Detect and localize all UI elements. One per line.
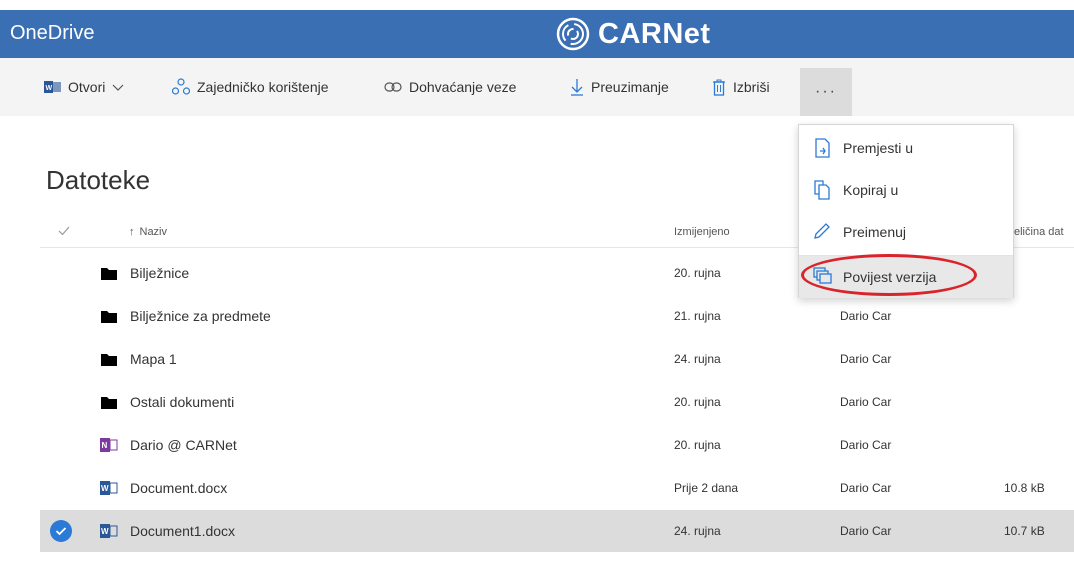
- file-name[interactable]: Mapa 1: [130, 338, 177, 380]
- page-title: Datoteke: [46, 165, 151, 196]
- file-size: 10.7 kB: [1004, 524, 1045, 538]
- carnet-logo-icon: [556, 17, 590, 51]
- selected-checkmark-icon[interactable]: [50, 520, 72, 542]
- delete-label: Izbriši: [733, 79, 770, 95]
- svg-text:W: W: [101, 484, 109, 493]
- column-header-name-label: Naziv: [139, 226, 168, 238]
- file-name[interactable]: Ostali dokumenti: [130, 381, 234, 423]
- menu-item-rename[interactable]: Preimenuj: [799, 211, 1013, 253]
- more-options-button[interactable]: ···: [800, 68, 852, 116]
- file-name[interactable]: Bilježnice za predmete: [130, 295, 271, 337]
- file-name[interactable]: Bilježnice: [130, 252, 189, 294]
- file-modified-by: Dario Car: [840, 395, 892, 409]
- delete-button[interactable]: Izbriši: [712, 58, 770, 116]
- menu-item-move-label: Premjesti u: [843, 140, 914, 156]
- folder-icon: [101, 268, 117, 280]
- file-modified: 20. rujna: [674, 395, 721, 409]
- chevron-down-icon: [112, 84, 124, 91]
- word-icon: W: [100, 481, 118, 495]
- brand-logo: CARNet: [556, 17, 711, 51]
- file-size: 10.8 kB: [1004, 481, 1045, 495]
- column-header-size[interactable]: eličina dat: [1014, 226, 1064, 238]
- file-modified-by: Dario Car: [840, 352, 892, 366]
- menu-item-rename-label: Preimenuj: [843, 224, 907, 240]
- file-modified-by: Dario Car: [840, 309, 892, 323]
- folder-icon: [101, 354, 117, 366]
- file-row[interactable]: W Document1.docx 24. rujna Dario Car 10.7 kB: [40, 510, 1074, 552]
- file-name[interactable]: Document1.docx: [130, 510, 235, 552]
- onenote-icon: N: [100, 438, 118, 452]
- column-header-name[interactable]: ↑ Naziv: [129, 226, 167, 238]
- command-bar: W Otvori Zajedničko korištenje Dohvaćanj…: [0, 58, 1074, 116]
- app-header: OneDrive CARNet: [0, 10, 1074, 58]
- file-name[interactable]: Dario @ CARNet: [130, 424, 237, 466]
- get-link-label: Dohvaćanje veze: [409, 79, 517, 95]
- word-icon: W: [44, 81, 61, 93]
- file-row[interactable]: N Dario @ CARNet 20. rujna Dario Car: [40, 424, 1074, 466]
- download-label: Preuzimanje: [591, 79, 669, 95]
- get-link-button[interactable]: Dohvaćanje veze: [384, 58, 516, 116]
- svg-text:W: W: [46, 85, 53, 92]
- pencil-icon: [814, 223, 830, 239]
- menu-item-move[interactable]: Premjesti u: [799, 127, 1013, 169]
- svg-text:N: N: [102, 441, 108, 450]
- file-row[interactable]: W Document.docx Prije 2 dana Dario Car 10.8 …: [40, 467, 1074, 509]
- menu-item-copy[interactable]: Kopiraj u: [799, 169, 1013, 211]
- select-all-checkmark-icon[interactable]: [58, 226, 70, 236]
- folder-icon: [101, 397, 117, 409]
- file-modified: 20. rujna: [674, 438, 721, 452]
- open-label: Otvori: [68, 79, 106, 95]
- brand-name: CARNet: [598, 17, 711, 50]
- share-label: Zajedničko korištenje: [197, 79, 329, 95]
- file-modified-by: Dario Car: [840, 438, 892, 452]
- folder-icon: [101, 311, 117, 323]
- column-header-modified[interactable]: Izmijenjeno: [674, 226, 730, 238]
- download-button[interactable]: Preuzimanje: [570, 58, 669, 116]
- file-row[interactable]: Bilježnice za predmete 21. rujna Dario Car: [40, 295, 1074, 337]
- menu-item-copy-label: Kopiraj u: [843, 182, 899, 198]
- copy-icon: [814, 180, 830, 200]
- file-modified: 20. rujna: [674, 266, 721, 280]
- share-button[interactable]: Zajedničko korištenje: [172, 58, 329, 116]
- file-row[interactable]: Ostali dokumenti 20. rujna Dario Car: [40, 381, 1074, 423]
- file-modified: 24. rujna: [674, 352, 721, 366]
- trash-icon: [713, 79, 725, 96]
- file-modified: Prije 2 dana: [674, 481, 739, 495]
- file-modified: 24. rujna: [674, 524, 721, 538]
- link-icon: [384, 82, 402, 92]
- share-icon: [172, 78, 190, 95]
- svg-text:W: W: [101, 527, 109, 536]
- file-row[interactable]: Mapa 1 24. rujna Dario Car: [40, 338, 1074, 380]
- file-name[interactable]: Document.docx: [130, 467, 227, 509]
- file-modified: 21. rujna: [674, 309, 721, 323]
- app-title[interactable]: OneDrive: [10, 22, 94, 45]
- word-icon: W: [100, 524, 118, 538]
- open-button[interactable]: W Otvori: [44, 58, 125, 116]
- highlight-ellipse: [801, 254, 977, 296]
- sort-arrow-icon: ↑: [129, 226, 135, 238]
- file-modified-by: Dario Car: [840, 524, 892, 538]
- file-modified-by: Dario Car: [840, 481, 892, 495]
- move-icon: [815, 138, 830, 158]
- download-icon: [571, 79, 583, 96]
